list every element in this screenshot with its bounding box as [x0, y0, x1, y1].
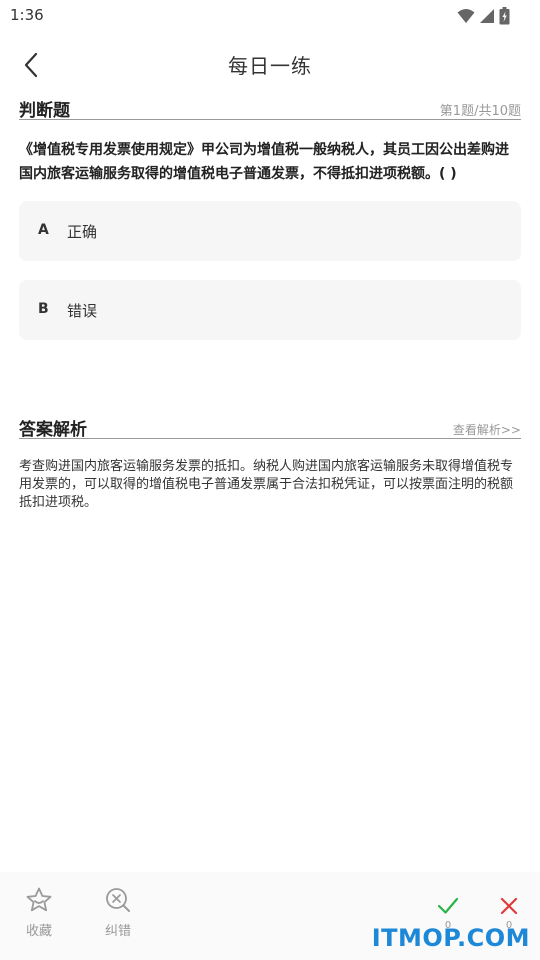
question-progress: 第1题/共10题: [439, 104, 521, 119]
question-type-title: 判断题: [19, 101, 70, 121]
check-icon: [437, 897, 459, 914]
page-title: 每日一练: [228, 54, 312, 78]
analysis-section-header: 答案解析 查看解析>>: [19, 415, 521, 440]
option-label: 正确: [67, 223, 98, 241]
option-label: 错误: [67, 302, 98, 320]
star-icon: [26, 887, 52, 912]
status-bar: 1:36: [0, 0, 540, 32]
question-section-header: 判断题 第1题/共10题: [19, 96, 521, 121]
analysis-title: 答案解析: [19, 420, 87, 440]
nav-bar: 每日一练: [0, 40, 540, 88]
battery-icon: [499, 7, 510, 25]
question-text: 《增值税专用发票使用规定》甲公司为增值税一般纳税人，其员工因公出差购进国内旅客运…: [19, 142, 509, 182]
signal-icon: [480, 9, 494, 23]
watermark: ITMOP.COM: [371, 924, 530, 952]
option-a[interactable]: A 正确: [19, 201, 521, 261]
option-key: A: [38, 222, 49, 238]
search-x-icon: [106, 888, 130, 912]
status-time: 1:36: [10, 6, 44, 24]
correction-button[interactable]: 纠错: [98, 886, 138, 939]
option-b[interactable]: B 错误: [19, 280, 521, 340]
wifi-icon: [457, 9, 475, 23]
favorite-label: 收藏: [25, 924, 52, 939]
correction-label: 纠错: [104, 924, 131, 939]
close-icon: [500, 897, 518, 915]
status-icons: [457, 6, 510, 26]
analysis-text: 考查购进国内旅客运输服务发票的抵扣。纳税人购进国内旅客运输服务未取得增值税专用发…: [19, 459, 514, 510]
view-analysis-link[interactable]: 查看解析>>: [453, 421, 521, 438]
bottom-bar: 收藏 纠错 0 0 ITMOP.COM: [0, 872, 540, 960]
favorite-button[interactable]: 收藏: [19, 886, 59, 939]
option-key: B: [38, 301, 49, 317]
